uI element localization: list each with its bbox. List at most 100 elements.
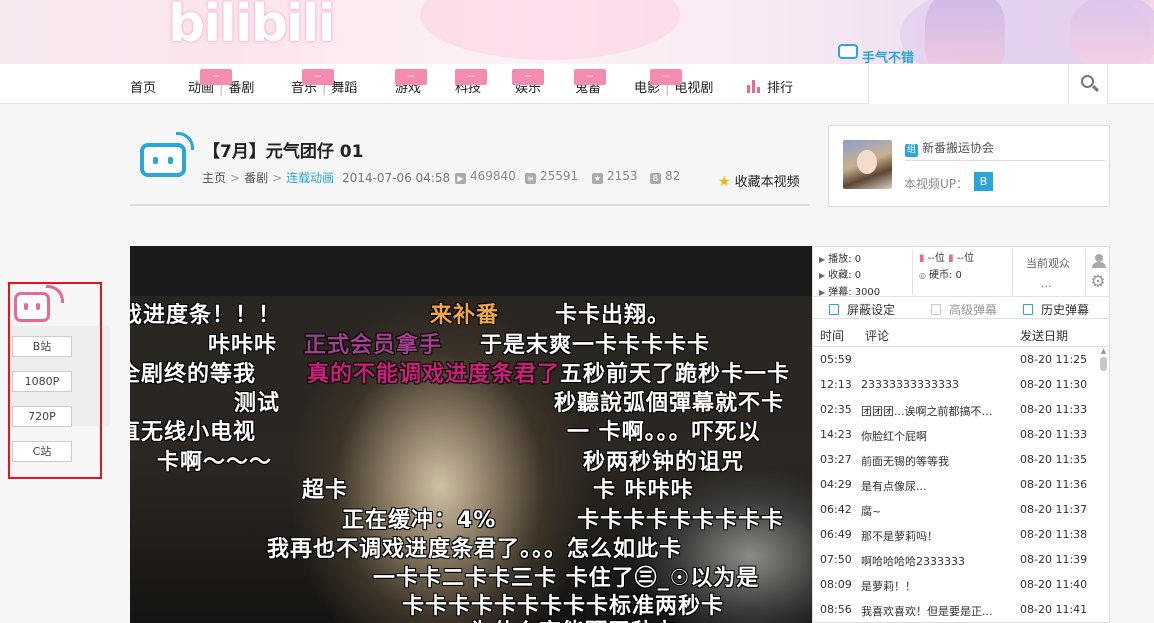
tab-advanced-danmaku[interactable]: 高级弹幕 — [931, 301, 997, 318]
play-icon: ▶ — [455, 173, 466, 184]
row-comment: 那不是萝莉吗！ — [861, 530, 938, 543]
danmaku-comment: 秒聽說弧個彈幕就不卡 — [554, 391, 785, 416]
coin-icon: B — [650, 173, 661, 184]
danmaku-comment: 一 卡啊。。。吓死以 — [567, 420, 761, 445]
danmaku-row[interactable]: 12:13 23333333333333 08-20 11:30 — [813, 372, 1099, 397]
danmaku-row[interactable]: 02:35 团团团...诶啊之前都搞不懂... 08-20 11:33 — [813, 397, 1099, 422]
banner-tag[interactable]: 手气不错 — [862, 47, 914, 64]
gear-icon[interactable]: ⚙ — [1089, 273, 1107, 291]
nav-label[interactable]: 番剧 — [228, 81, 254, 96]
search-button[interactable] — [1068, 64, 1108, 104]
scroll-up-arrow[interactable]: ▲ — [1099, 348, 1108, 355]
viewer-count: ... — [1041, 277, 1052, 290]
nav-item-game[interactable]: -- 游戏 — [395, 69, 427, 96]
video-player[interactable]: 戏进度条！！！ 来补番 卡卡出翔。 咔咔咔 正式会员拿手 于是末爽一卡卡卡卡卡 … — [130, 246, 812, 623]
nav-item-home[interactable]: 首页 — [130, 77, 156, 96]
nav-item-music[interactable]: -- 音乐 | 舞蹈 — [291, 69, 357, 96]
tab-history-danmaku[interactable]: 历史弹幕 — [1023, 301, 1089, 318]
danmaku-row[interactable]: 08:56 我喜欢喜欢！但是要是正... 08-20 11:41 — [813, 597, 1099, 622]
search-input[interactable] — [868, 64, 1068, 104]
coin-count: B 82 — [650, 169, 680, 184]
breadcrumb-home[interactable]: 主页 — [202, 171, 226, 185]
nav-item-entertainment[interactable]: -- 娱乐 — [512, 69, 544, 96]
danmaku-comment: 测试 — [234, 391, 281, 416]
danmaku-comment: 卡卡卡卡卡卡卡卡卡 — [577, 508, 785, 533]
danmaku-row[interactable]: 08:09 是萝莉！！ 08-20 11:40 — [813, 572, 1099, 597]
row-time: 14:23 — [820, 428, 852, 441]
tab-block-settings[interactable]: 屏蔽设定 — [829, 301, 895, 318]
nav-item-anime[interactable]: -- 动画 | 番剧 — [188, 69, 254, 96]
stat-favorite: ▶ 收藏: 0 — [819, 270, 862, 281]
danmaku-row[interactable]: 03:27 前面无锡的等等我 08-20 11:35 — [813, 447, 1099, 472]
stat-value: --位 — [927, 253, 945, 264]
update-badge: -- — [650, 69, 682, 85]
danmaku-row[interactable]: 07:50 啊哈哈哈哈2333333 08-20 11:39 — [813, 547, 1099, 572]
danmaku-row[interactable]: 14:23 你脸红个屁啊 08-20 11:33 — [813, 422, 1099, 447]
stat-value: --位 — [956, 253, 975, 264]
tv-icon — [838, 44, 858, 59]
row-date: 08-20 11:25 — [1020, 353, 1088, 366]
play-count-value: 469840 — [470, 169, 516, 183]
nav-item-movie[interactable]: -- 电影 | 电视剧 — [634, 69, 713, 96]
danmaku-scrollbar[interactable]: ▲ — [1099, 348, 1108, 623]
nav-item-tech[interactable]: -- 科技 — [455, 69, 487, 96]
banner-decoration — [420, 0, 680, 60]
danmaku-row[interactable]: 04:29 是有点像尿... 08-20 11:36 — [813, 472, 1099, 497]
title-divider — [130, 204, 810, 206]
danmaku-panel: ▶ 播放: 0 ▮ --位 ▮ --位 ▶ 收藏: 0 ◎ 硬币: 0 ▶ 弹幕: 30… — [812, 246, 1110, 623]
danmaku-comment: 卡卡出翔。 — [555, 303, 671, 328]
uploader-card: 组新番搬运协会 本视频UP： B — [828, 125, 1110, 207]
danmaku-comment: 于是末爽一卡卡卡卡卡 — [480, 333, 711, 358]
breadcrumb-category[interactable]: 番剧 — [244, 171, 268, 185]
danmaku-row[interactable]: 05:59 08-20 11:25 — [813, 347, 1099, 372]
star-icon: ★ — [592, 173, 603, 184]
row-comment: 是有点像尿... — [861, 480, 927, 493]
row-time: 05:59 — [820, 353, 852, 366]
history-icon — [1023, 304, 1033, 315]
danmaku-list-header: 时间 评论 发送日期 — [813, 320, 1109, 347]
danmaku-comment: 真的不能调戏进度条君了 — [307, 362, 561, 387]
nav-label[interactable]: 排行 — [767, 81, 793, 96]
favorite-button[interactable]: ★ 收藏本视频 — [718, 171, 800, 190]
upload-date: 2014-07-06 04:58 — [342, 171, 451, 185]
danmaku-row[interactable]: 06:42 腐~ 08-20 11:37 — [813, 497, 1099, 522]
star-icon: ★ — [718, 174, 731, 190]
bilibili-logo[interactable]: bilibili — [168, 0, 335, 54]
nav-label[interactable]: 首页 — [130, 81, 156, 96]
row-time: 04:29 — [820, 478, 852, 491]
divider — [905, 160, 1105, 161]
nav-item-ranking[interactable]: 排行 — [747, 77, 793, 96]
group-name[interactable]: 新番搬运协会 — [922, 141, 994, 155]
row-comment: 团团团...诶啊之前都搞不懂... — [861, 405, 1001, 418]
stat-rank: ▮ --位 ▮ --位 — [919, 253, 975, 264]
nav-label[interactable]: 舞蹈 — [331, 81, 357, 96]
column-comment[interactable]: 评论 — [865, 327, 889, 344]
player-letterbox — [130, 246, 812, 296]
favorite-count-value: 2153 — [607, 169, 638, 183]
breadcrumb: 主页 > 番剧 > 连载动画 2014-07-06 04:58 — [202, 169, 450, 186]
nav-item-kichiku[interactable]: -- 鬼畜 — [574, 69, 606, 96]
danmaku-row[interactable]: 06:49 那不是萝莉吗！ 08-20 11:38 — [813, 522, 1099, 547]
row-time: 08:09 — [820, 578, 852, 591]
breadcrumb-separator: > — [272, 171, 283, 185]
banner-character-image — [925, 0, 1005, 64]
avatar[interactable] — [843, 140, 892, 189]
row-date: 08-20 11:39 — [1020, 553, 1088, 566]
user-icon[interactable] — [1089, 251, 1109, 271]
row-comment: 是萝莉！！ — [861, 580, 916, 593]
stat-value: 播放: 0 — [828, 254, 862, 265]
uploader-group[interactable]: 组新番搬运协会 — [905, 139, 994, 157]
row-comment: 我喜欢喜欢！但是要是正... — [861, 605, 993, 618]
danmaku-comment: 正在缓冲：4% — [342, 508, 497, 533]
row-date: 08-20 11:41 — [1020, 603, 1088, 616]
breadcrumb-subcategory[interactable]: 连载动画 — [286, 171, 334, 185]
column-date[interactable]: 发送日期 — [1020, 327, 1068, 344]
danmaku-comment: 超卡 — [302, 478, 349, 503]
column-time[interactable]: 时间 — [820, 327, 844, 344]
danmaku-icon: ≡ — [525, 173, 536, 184]
stat-value: 硬币: 0 — [928, 270, 962, 281]
viewer-label: 当前观众 — [1026, 257, 1070, 270]
uploader-badge[interactable]: B — [974, 172, 993, 191]
scroll-thumb[interactable] — [1100, 357, 1107, 371]
row-time: 06:49 — [820, 528, 852, 541]
